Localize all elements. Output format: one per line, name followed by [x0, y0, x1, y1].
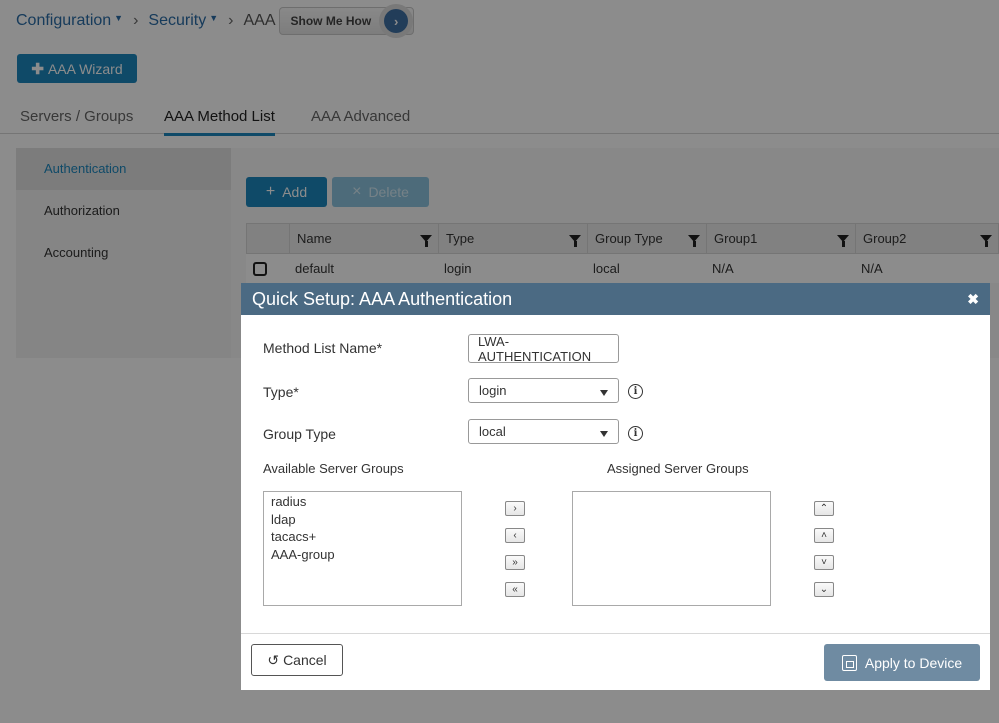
info-icon[interactable]: i	[628, 384, 643, 399]
list-item[interactable]: ldap	[271, 511, 454, 529]
move-down-button[interactable]: ˅	[814, 555, 834, 570]
dialog-header: Quick Setup: AAA Authentication ✖	[241, 283, 990, 315]
cancel-button[interactable]: ↺ Cancel	[251, 644, 343, 676]
method-list-name-label: Method List Name*	[263, 340, 383, 356]
available-groups-list[interactable]: radius ldap tacacs+ AAA-group	[263, 491, 462, 606]
list-item[interactable]: radius	[271, 493, 454, 511]
group-type-label: Group Type	[263, 426, 336, 442]
group-type-select[interactable]: local	[468, 419, 619, 444]
group-type-select-value: local	[479, 424, 506, 439]
method-list-name-input[interactable]: LWA-AUTHENTICATION	[468, 334, 619, 364]
move-all-right-button[interactable]: »	[505, 555, 525, 570]
available-groups-label: Available Server Groups	[263, 461, 404, 476]
move-top-button[interactable]: ⌃	[814, 501, 834, 516]
move-right-button[interactable]: ›	[505, 501, 525, 516]
info-icon[interactable]: i	[628, 426, 643, 441]
move-bottom-button[interactable]: ⌄	[814, 582, 834, 597]
list-item[interactable]: tacacs+	[271, 528, 454, 546]
type-select[interactable]: login	[468, 378, 619, 403]
cancel-label: Cancel	[283, 652, 327, 668]
chevron-down-icon	[600, 430, 608, 437]
quick-setup-dialog: Quick Setup: AAA Authentication ✖ Method…	[241, 283, 990, 690]
type-label: Type*	[263, 384, 299, 400]
save-icon	[841, 654, 857, 671]
list-item[interactable]: AAA-group	[271, 546, 454, 564]
dialog-title: Quick Setup: AAA Authentication	[252, 288, 513, 309]
apply-label: Apply to Device	[864, 654, 963, 671]
close-icon[interactable]: ✖	[967, 291, 979, 308]
move-up-button[interactable]: ˄	[814, 528, 834, 543]
chevron-down-icon	[600, 389, 608, 396]
dialog-footer: ↺ Cancel Apply to Device	[241, 633, 990, 690]
move-all-left-button[interactable]: «	[505, 582, 525, 597]
apply-to-device-button[interactable]: Apply to Device	[824, 644, 980, 681]
move-left-button[interactable]: ‹	[505, 528, 525, 543]
assigned-groups-list[interactable]	[572, 491, 771, 606]
undo-icon: ↺	[267, 651, 280, 668]
assigned-groups-label: Assigned Server Groups	[607, 461, 749, 476]
type-select-value: login	[479, 383, 507, 398]
